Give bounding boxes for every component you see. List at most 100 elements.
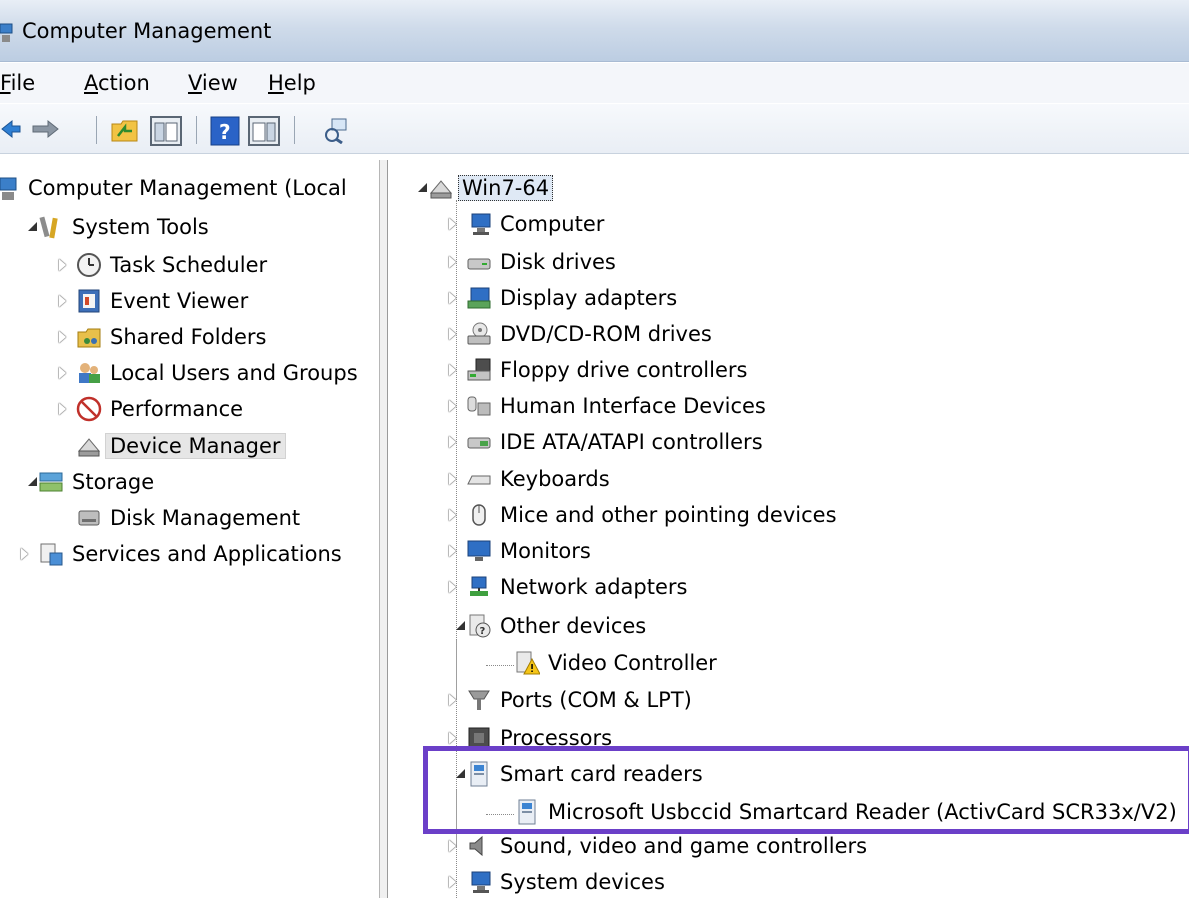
device-category-keyboards[interactable]: Keyboards <box>446 463 610 495</box>
device-video-controller[interactable]: Video Controller <box>514 647 717 679</box>
device-category-ports[interactable]: Ports (COM & LPT) <box>446 684 692 716</box>
forward-arrow-icon[interactable] <box>30 116 60 142</box>
toolbar-separator <box>294 116 295 144</box>
menu-action[interactable]: Action <box>84 71 150 95</box>
system-device-icon <box>471 871 491 893</box>
svg-text:?: ? <box>480 626 486 637</box>
menu-file[interactable]: File <box>0 71 35 95</box>
collapsed-arrow-icon[interactable] <box>56 258 70 272</box>
toolbar-separator <box>196 116 197 144</box>
collapsed-arrow-icon[interactable] <box>56 402 70 416</box>
computer-management-window: Computer Management File Action View Hel… <box>0 0 1189 898</box>
up-folder-icon[interactable] <box>110 116 140 144</box>
collapsed-arrow-icon[interactable] <box>56 294 70 308</box>
collapsed-arrow-icon[interactable] <box>56 366 70 380</box>
collapsed-arrow-icon[interactable] <box>446 435 460 449</box>
device-category-floppy-drive-controllers[interactable]: Floppy drive controllers <box>446 354 747 386</box>
collapsed-arrow-icon[interactable] <box>446 580 460 594</box>
menu-help[interactable]: Help <box>268 71 316 95</box>
tree-item-storage[interactable]: Storage <box>18 466 154 498</box>
tree-item-services-and-applications[interactable]: Services and Applications <box>18 538 342 570</box>
scan-hardware-changes-icon[interactable] <box>322 116 352 144</box>
tree-item-event-viewer[interactable]: Event Viewer <box>56 285 248 317</box>
event-viewer-icon <box>78 289 100 313</box>
display-adapter-icon <box>467 287 491 309</box>
tree-connector <box>486 665 514 666</box>
collapsed-arrow-icon[interactable] <box>18 547 32 561</box>
tree-item-disk-management[interactable]: Disk Management <box>56 502 300 534</box>
collapsed-arrow-icon[interactable] <box>446 327 460 341</box>
device-category-disk-drives[interactable]: Disk drives <box>446 246 616 278</box>
collapsed-arrow-icon[interactable] <box>446 363 460 377</box>
storage-icon <box>39 472 63 492</box>
expanded-arrow-icon[interactable] <box>408 181 427 195</box>
disk-management-icon <box>78 510 100 526</box>
device-category-display-adapters[interactable]: Display adapters <box>446 282 677 314</box>
device-category-sound[interactable]: Sound, video and game controllers <box>446 830 867 862</box>
collapsed-arrow-icon[interactable] <box>446 731 460 745</box>
pane-splitter[interactable] <box>379 160 388 898</box>
menu-view[interactable]: View <box>188 71 238 95</box>
system-tools-icon <box>39 216 58 239</box>
collapsed-arrow-icon[interactable] <box>446 255 460 269</box>
ide-controller-icon <box>467 437 491 449</box>
tree-item-task-scheduler[interactable]: Task Scheduler <box>56 249 267 281</box>
tree-item-local-users-and-groups[interactable]: Local Users and Groups <box>56 357 358 389</box>
device-category-mice[interactable]: Mice and other pointing devices <box>446 499 837 531</box>
toolbar-separator <box>96 116 97 144</box>
mouse-icon <box>472 504 486 526</box>
keyboard-icon <box>467 475 491 485</box>
collapsed-arrow-icon[interactable] <box>446 544 460 558</box>
device-root-win7-64[interactable]: Win7-64 <box>408 172 554 204</box>
show-hide-console-tree-icon[interactable] <box>150 116 182 146</box>
collapsed-arrow-icon[interactable] <box>446 693 460 707</box>
network-adapter-icon <box>470 576 488 596</box>
device-category-system-devices[interactable]: System devices <box>446 866 665 898</box>
title-bar[interactable]: Computer Management <box>0 0 1189 62</box>
toolbar: ? <box>0 104 1189 154</box>
hid-icon <box>467 396 491 416</box>
collapsed-arrow-icon[interactable] <box>446 472 460 486</box>
device-category-ide-ata-atapi-controllers[interactable]: IDE ATA/ATAPI controllers <box>446 426 763 458</box>
collapsed-arrow-icon[interactable] <box>446 291 460 305</box>
highlight-annotation-box <box>423 746 1189 834</box>
device-category-computer[interactable]: Computer <box>446 208 604 240</box>
computer-management-icon <box>0 177 17 200</box>
port-icon <box>468 690 490 710</box>
computer-management-app-icon <box>0 23 13 42</box>
device-category-other-devices[interactable]: ? Other devices <box>446 610 646 642</box>
collapsed-arrow-icon[interactable] <box>446 839 460 853</box>
expanded-arrow-icon[interactable] <box>446 619 465 633</box>
svg-text:?: ? <box>219 120 231 144</box>
tree-item-computer-management[interactable]: Computer Management (Local <box>0 172 347 204</box>
collapsed-arrow-icon[interactable] <box>446 875 460 889</box>
window-title: Computer Management <box>22 19 272 43</box>
collapsed-arrow-icon[interactable] <box>446 508 460 522</box>
shared-folder-icon <box>77 328 101 348</box>
collapsed-arrow-icon[interactable] <box>446 399 460 413</box>
device-category-network-adapters[interactable]: Network adapters <box>446 571 687 603</box>
services-icon <box>40 543 63 566</box>
tree-item-device-manager[interactable]: Device Manager <box>56 430 286 462</box>
show-hide-action-pane-icon[interactable] <box>248 116 280 146</box>
back-arrow-icon[interactable] <box>0 116 22 142</box>
tree-item-system-tools[interactable]: System Tools <box>18 211 209 243</box>
computer-root-icon <box>429 180 453 199</box>
expanded-arrow-icon[interactable] <box>18 220 37 234</box>
tree-item-shared-folders[interactable]: Shared Folders <box>56 321 266 353</box>
collapsed-arrow-icon[interactable] <box>56 330 70 344</box>
tree-item-performance[interactable]: Performance <box>56 393 243 425</box>
device-category-human-interface-devices[interactable]: Human Interface Devices <box>446 390 766 422</box>
warning-device-icon <box>516 651 540 675</box>
collapsed-arrow-icon[interactable] <box>446 217 460 231</box>
device-category-monitors[interactable]: Monitors <box>446 535 591 567</box>
speaker-icon <box>469 835 483 857</box>
clock-icon <box>77 253 101 277</box>
device-manager-icon <box>77 438 101 457</box>
help-icon[interactable]: ? <box>210 116 240 146</box>
computer-icon <box>471 213 491 235</box>
unknown-device-icon: ? <box>469 614 491 638</box>
expanded-arrow-icon[interactable] <box>18 475 37 489</box>
console-tree: Computer Management (Local System Tools … <box>0 166 379 898</box>
device-category-dvd-cd-rom-drives[interactable]: DVD/CD-ROM drives <box>446 318 712 350</box>
